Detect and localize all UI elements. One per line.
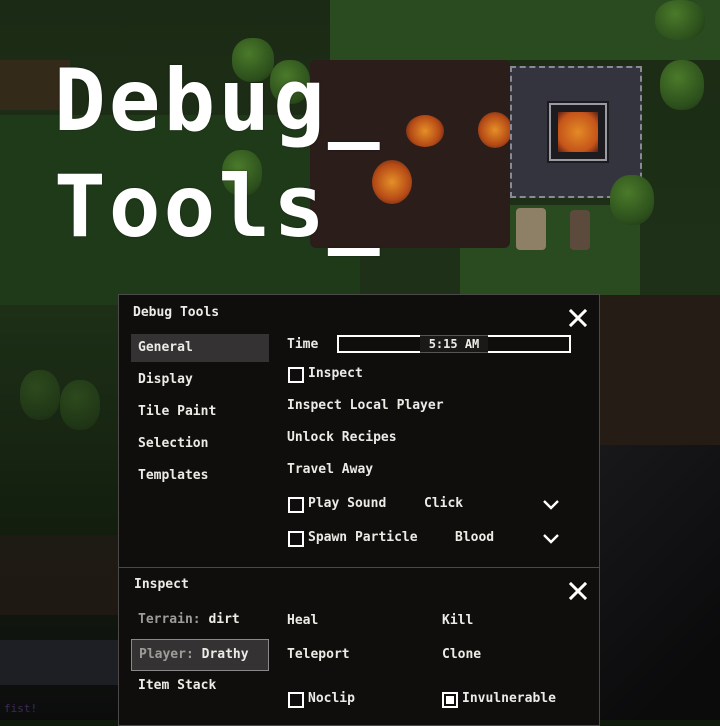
inspect-target-item-stack[interactable]: Item Stack — [131, 671, 269, 703]
spawn-particle-checkbox[interactable] — [288, 531, 304, 547]
chevron-down-icon[interactable] — [543, 500, 559, 510]
nav-item-tile-paint[interactable]: Tile Paint — [131, 398, 269, 426]
nav-item-label: Templates — [138, 468, 209, 483]
debug-tools-title: Debug Tools — [133, 305, 220, 320]
nav-item-label: General — [138, 340, 193, 355]
tree — [610, 175, 654, 225]
nav-item-label: Selection — [138, 436, 209, 451]
lava-pool — [406, 115, 444, 147]
lava-pool — [478, 112, 512, 148]
nav-item-display[interactable]: Display — [131, 366, 269, 394]
inspect-target-key: Terrain: — [138, 612, 201, 627]
nav-item-selection[interactable]: Selection — [131, 430, 269, 458]
corner-text: fist! — [4, 702, 38, 715]
play-sound-checkbox[interactable] — [288, 497, 304, 513]
unlock-recipes-button[interactable]: Unlock Recipes — [287, 430, 397, 445]
dirt-area — [600, 295, 720, 445]
nav-item-general[interactable]: General — [131, 334, 269, 362]
noclip-checkbox[interactable] — [288, 692, 304, 708]
particle-select[interactable]: Blood — [455, 530, 494, 545]
hero-title-line-1: Debug_ — [54, 51, 383, 151]
noclip-label[interactable]: Noclip — [308, 691, 355, 706]
hero-title-line-2: Tools_ — [54, 157, 383, 257]
inspect-target-terrain[interactable]: Terrain: dirt — [131, 605, 269, 637]
time-slider[interactable]: 5:15 AM — [337, 335, 571, 353]
travel-away-button[interactable]: Travel Away — [287, 462, 373, 477]
inspect-target-key: Player: — [139, 647, 194, 662]
tree — [60, 380, 100, 430]
inspect-local-player-button[interactable]: Inspect Local Player — [287, 398, 444, 413]
invulnerable-checkbox[interactable] — [442, 692, 458, 708]
nav-item-templates[interactable]: Templates — [131, 462, 269, 490]
play-sound-button[interactable]: Play Sound — [308, 496, 386, 511]
debug-tools-close-button[interactable] — [569, 309, 587, 327]
close-x-icon — [569, 582, 587, 600]
rock-wall — [0, 640, 120, 685]
debug-tools-window: Debug Tools General Display Tile Paint S… — [118, 294, 600, 726]
rock-area — [600, 445, 720, 720]
chevron-down-icon[interactable] — [543, 534, 559, 544]
inspect-checkbox-label[interactable]: Inspect — [308, 366, 363, 381]
character-sprite — [570, 210, 590, 250]
dirt-area — [0, 535, 120, 615]
character-sprite — [516, 208, 546, 250]
inspect-checkbox[interactable] — [288, 367, 304, 383]
tree — [655, 0, 705, 40]
fire-altar-core — [558, 112, 598, 152]
close-x-icon — [569, 309, 587, 327]
invulnerable-label[interactable]: Invulnerable — [462, 691, 556, 706]
tree — [660, 60, 704, 110]
tree — [20, 370, 60, 420]
hero-title: Debug_ Tools_ — [54, 48, 383, 260]
clone-button[interactable]: Clone — [442, 647, 481, 662]
spawn-particle-button[interactable]: Spawn Particle — [308, 530, 418, 545]
inspect-target-value: dirt — [208, 612, 240, 627]
heal-button[interactable]: Heal — [287, 613, 318, 628]
inspect-target-key: Item Stack — [138, 678, 217, 693]
inspect-title: Inspect — [134, 577, 189, 592]
sound-select[interactable]: Click — [424, 496, 463, 511]
panel-divider — [119, 567, 599, 568]
inspect-target-value: Drathy — [201, 647, 249, 662]
time-label: Time — [287, 337, 319, 352]
teleport-button[interactable]: Teleport — [287, 647, 350, 662]
kill-button[interactable]: Kill — [442, 613, 473, 628]
nav-item-label: Display — [138, 372, 193, 387]
inspect-close-button[interactable] — [569, 582, 587, 600]
nav-item-label: Tile Paint — [138, 404, 217, 419]
inspect-target-player[interactable]: Player: Drathy — [131, 639, 269, 671]
time-slider-thumb[interactable]: 5:15 AM — [420, 335, 488, 353]
